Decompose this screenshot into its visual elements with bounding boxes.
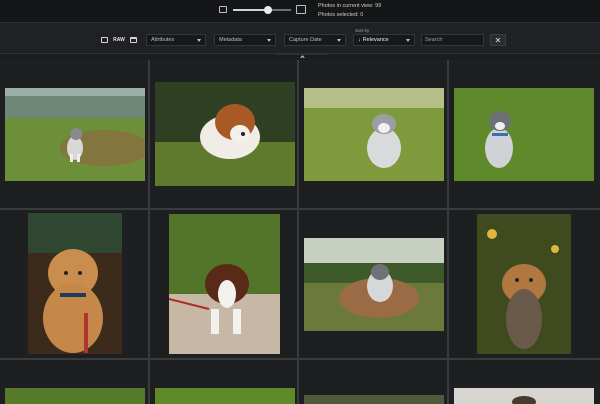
sort-dropdown[interactable]: ↓ Relevance [353, 34, 415, 46]
photo-photo-row3-3[interactable] [304, 395, 444, 404]
slider-track[interactable] [233, 6, 291, 14]
grid-cell[interactable] [449, 210, 600, 358]
grid-cell[interactable] [0, 360, 148, 404]
photo-yorkie-flowers[interactable] [477, 214, 571, 354]
photo-photo-row3-1[interactable] [5, 388, 145, 404]
grid-cell[interactable] [449, 360, 600, 404]
chevron-down-icon [197, 39, 201, 42]
photos-selected-text: Photos selected: 0 [318, 11, 364, 18]
photo-photo-row3-2[interactable] [155, 388, 295, 404]
raw-filter-button[interactable]: RAW [113, 36, 125, 44]
sort-direction-icon[interactable]: ↓ [358, 37, 361, 43]
metadata-dropdown[interactable]: Metadata [214, 34, 276, 46]
chevron-up-icon [299, 55, 305, 60]
capture-date-dropdown[interactable]: Capture Date [284, 34, 346, 46]
metadata-label: Metadata [219, 37, 242, 43]
media-type-filter: RAW [98, 34, 140, 45]
chevron-down-icon [337, 39, 341, 42]
grid-cell[interactable] [150, 360, 297, 404]
small-thumbnail-icon[interactable] [219, 6, 227, 13]
film-icon [129, 36, 137, 43]
filter-toolbar: RAW Attributes Metadata Capture Date Sor… [0, 22, 600, 54]
slider-thumb[interactable] [263, 6, 272, 14]
photo-puppy-lying-grass[interactable] [155, 82, 295, 186]
search-placeholder: Search [425, 37, 443, 43]
photo-puppy-grass-path[interactable] [5, 88, 145, 181]
sort-by-label: Sort by [355, 28, 370, 33]
photo-border-collie-puppy[interactable] [169, 214, 280, 354]
view-stats: Photos in current view: 99 Photos select… [318, 2, 381, 19]
close-icon: ✕ [494, 35, 502, 45]
photo-grid [0, 60, 600, 404]
grid-cell[interactable] [150, 60, 297, 208]
thumbnail-size-slider[interactable] [219, 4, 307, 16]
grid-cell[interactable] [299, 210, 447, 358]
photo-photo-row3-4[interactable] [454, 388, 594, 404]
clear-filters-button[interactable]: ✕ [490, 34, 506, 46]
image-icon [101, 36, 108, 43]
sort-value: Relevance [362, 37, 389, 43]
photos-in-view-text: Photos in current view: 99 [318, 3, 382, 9]
large-thumbnail-icon[interactable] [296, 5, 306, 14]
attributes-dropdown[interactable]: Attributes [146, 34, 206, 46]
capture-date-label: Capture Date [289, 37, 322, 43]
attributes-label: Attributes [151, 37, 175, 43]
photo-filter-button[interactable] [101, 36, 108, 44]
grid-cell[interactable] [299, 60, 447, 208]
grid-cell[interactable] [449, 60, 600, 208]
photo-husky-puppy-sitting[interactable] [304, 88, 444, 181]
chevron-down-icon [267, 39, 271, 42]
video-filter-button[interactable] [129, 36, 137, 44]
top-bar: Photos in current view: 99 Photos select… [0, 0, 600, 22]
chevron-down-icon [406, 39, 410, 42]
photo-golden-puppy-leash[interactable] [28, 213, 122, 354]
search-input[interactable]: Search [421, 34, 484, 46]
photo-husky-puppy-harness[interactable] [454, 88, 594, 181]
photo-husky-puppy-field[interactable] [304, 238, 444, 331]
grid-cell[interactable] [0, 60, 148, 208]
slider-fill [233, 9, 268, 11]
grid-cell[interactable] [150, 210, 297, 358]
grid-cell[interactable] [0, 210, 148, 358]
grid-cell[interactable] [299, 360, 447, 404]
